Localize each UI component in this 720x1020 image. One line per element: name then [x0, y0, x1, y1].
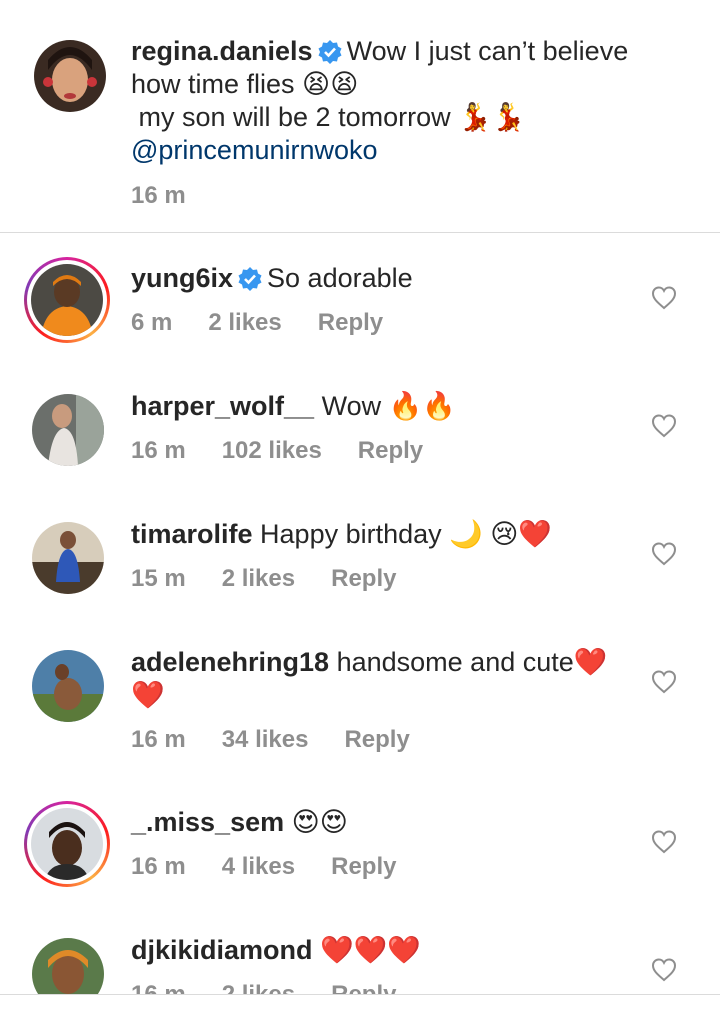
reply-button[interactable]: Reply — [318, 309, 383, 336]
comment-likes-count[interactable]: 34 likes — [222, 726, 309, 753]
input-area-edge — [0, 995, 720, 1020]
comment-time: 15 m — [131, 565, 186, 592]
comment-avatar[interactable] — [31, 264, 103, 336]
comment-meta: 6 m 2 likes Reply — [131, 309, 419, 337]
caption-divider — [0, 232, 720, 233]
comment-likes-count[interactable]: 4 likes — [222, 853, 295, 880]
comment-avatar[interactable] — [32, 650, 104, 722]
comment-username[interactable]: adelenehring18 — [131, 647, 329, 677]
heart-outline-icon[interactable] — [651, 829, 677, 855]
comment-username[interactable]: yung6ix — [131, 263, 233, 293]
comment-time: 16 m — [131, 437, 186, 464]
caption-line-1: Wow I just can’t believe — [346, 36, 629, 66]
comment-time: 6 m — [131, 309, 173, 336]
comment-text: handsome and cute❤️ — [336, 647, 608, 677]
caption-mention-link[interactable]: @princemunirnwoko — [131, 135, 378, 165]
reply-button[interactable]: Reply — [331, 853, 396, 880]
comment-text: Wow 🔥🔥 — [321, 391, 456, 421]
comment-avatar[interactable] — [32, 522, 104, 594]
comment-text: So adorable — [267, 263, 413, 293]
caption-username[interactable]: regina.daniels — [131, 36, 313, 66]
heart-outline-icon[interactable] — [651, 541, 677, 567]
heart-outline-icon[interactable] — [651, 957, 677, 983]
comment-username[interactable]: harper_wolf__ — [131, 391, 314, 421]
comment-username[interactable]: _.miss_sem — [131, 807, 284, 837]
verified-badge-icon — [318, 40, 342, 64]
story-ring[interactable] — [24, 801, 110, 887]
comment-meta: 16 m 4 likes Reply — [131, 853, 432, 881]
comment-meta: 16 m 102 likes Reply — [131, 437, 459, 465]
comment-meta: 15 m 2 likes Reply — [131, 565, 432, 593]
comment-text-continued: ❤️ — [131, 680, 165, 710]
reply-button[interactable]: Reply — [344, 726, 409, 753]
caption-meta: 16 m — [131, 182, 222, 210]
caption-time: 16 m — [131, 182, 186, 209]
story-ring[interactable] — [24, 257, 110, 343]
caption-line-2: how time flies 😫😫 — [131, 69, 359, 99]
heart-outline-icon[interactable] — [651, 285, 677, 311]
comment-text: Happy birthday 🌙 😢❤️ — [260, 519, 553, 549]
comment-time: 16 m — [131, 726, 186, 753]
heart-outline-icon[interactable] — [651, 669, 677, 695]
reply-button[interactable]: Reply — [331, 565, 396, 592]
comment-time: 16 m — [131, 853, 186, 880]
comment-avatar[interactable] — [32, 394, 104, 466]
comment-avatar[interactable] — [31, 808, 103, 880]
comment-likes-count[interactable]: 2 likes — [208, 309, 281, 336]
comment-username[interactable]: timarolife — [131, 519, 253, 549]
comment-meta: 16 m 34 likes Reply — [131, 726, 446, 754]
bottom-divider — [0, 994, 720, 995]
comment-text: 😍😍 — [291, 807, 348, 837]
reply-button[interactable]: Reply — [358, 437, 423, 464]
comment-text: ❤️❤️❤️ — [320, 935, 421, 965]
post-caption: regina.daniels Wow I just can’t believe h… — [0, 0, 720, 232]
comment-likes-count[interactable]: 102 likes — [222, 437, 322, 464]
comment-username[interactable]: djkikidiamond — [131, 935, 313, 965]
caption-line-3: my son will be 2 tomorrow 💃💃 — [131, 102, 526, 132]
heart-outline-icon[interactable] — [651, 413, 677, 439]
verified-badge-icon — [238, 267, 262, 291]
caption-author-avatar[interactable] — [34, 40, 106, 112]
comment-likes-count[interactable]: 2 likes — [222, 565, 295, 592]
